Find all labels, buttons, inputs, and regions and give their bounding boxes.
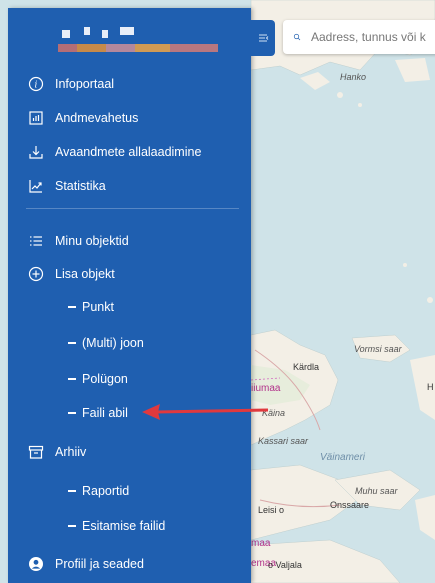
dash-icon	[68, 525, 76, 527]
menu-item-andmevahetus[interactable]: Andmevahetus	[8, 104, 251, 132]
sidebar-collapse-button[interactable]	[251, 20, 275, 56]
submenu-item-raportid[interactable]: Raportid	[8, 477, 251, 505]
submenu-item-label: Esitamise failid	[82, 519, 166, 533]
submenu-item-label: (Multi) joon	[82, 336, 144, 350]
sidebar: i Infoportaal Andmevahetus Avaandmete al…	[8, 8, 251, 583]
search-bar[interactable]	[283, 20, 435, 54]
dash-icon	[68, 490, 76, 492]
submenu-item-multi-joon[interactable]: (Multi) joon	[8, 329, 251, 357]
map-label-vormsi: Vormsi saar	[354, 344, 402, 354]
menu-item-label: Infoportaal	[55, 77, 115, 91]
map-label-hanko: Hanko	[340, 72, 367, 82]
statistics-icon	[28, 178, 44, 194]
submenu-item-label: Punkt	[82, 300, 114, 314]
map-label-valjala: o Valjala	[268, 560, 302, 570]
menu-item-label: Andmevahetus	[55, 111, 139, 125]
user-circle-icon	[28, 556, 44, 572]
map-label-muhu: Muhu saar	[355, 486, 398, 496]
menu-item-label: Minu objektid	[55, 234, 129, 248]
menu-item-label: Statistika	[55, 179, 106, 193]
search-input[interactable]	[309, 29, 435, 45]
list-icon	[28, 233, 44, 249]
map-label-kassari: Kassari saar	[258, 436, 309, 446]
menu-item-profiil[interactable]: Profiil ja seaded	[8, 550, 251, 578]
menu-item-infoportaal[interactable]: i Infoportaal	[8, 70, 251, 98]
data-exchange-icon	[28, 110, 44, 126]
divider	[26, 208, 239, 209]
menu-item-label: Arhiiv	[55, 445, 87, 459]
map-label-onssaare: Onssaare	[330, 500, 370, 510]
download-icon	[28, 144, 44, 160]
info-icon: i	[28, 76, 44, 92]
dash-icon	[68, 378, 76, 380]
archive-icon	[28, 444, 44, 460]
annotation-arrow	[142, 404, 269, 420]
map-label-leisi: Leisi o	[258, 505, 285, 515]
menu-item-avaandmete[interactable]: Avaandmete allalaadimine	[8, 138, 251, 166]
dash-icon	[68, 342, 76, 344]
map-label-h: H	[427, 382, 434, 392]
menu-item-arhiiv[interactable]: Arhiiv	[8, 438, 251, 466]
submenu-item-esitamise-failid[interactable]: Esitamise failid	[8, 512, 251, 540]
dash-icon	[68, 306, 76, 308]
search-icon	[293, 33, 301, 41]
map-label-hiiumaa: iiumaa	[251, 383, 281, 394]
svg-text:i: i	[35, 81, 38, 91]
menu-item-statistika[interactable]: Statistika	[8, 172, 251, 200]
collapse-menu-icon	[259, 34, 269, 42]
menu-item-minu-objektid[interactable]: Minu objektid	[8, 227, 251, 255]
add-circle-icon	[28, 266, 44, 282]
submenu-item-label: Faili abil	[82, 406, 128, 420]
dash-icon	[68, 412, 76, 414]
map-label-vainameri: Väinameri	[320, 452, 366, 463]
menu-item-label: Profiil ja seaded	[55, 557, 144, 571]
submenu-item-polugon[interactable]: Polügon	[8, 365, 251, 393]
menu-item-label: Lisa objekt	[55, 267, 115, 281]
menu-item-label: Avaandmete allalaadimine	[55, 145, 202, 159]
submenu-item-label: Raportid	[82, 484, 130, 498]
submenu-item-punkt[interactable]: Punkt	[8, 293, 251, 321]
map-label-maa: maa	[251, 538, 271, 549]
map-label-kardla: Kärdla	[293, 362, 320, 372]
submenu-item-label: Polügon	[82, 372, 128, 386]
menu-item-lisa-objekt[interactable]: Lisa objekt	[8, 260, 251, 288]
